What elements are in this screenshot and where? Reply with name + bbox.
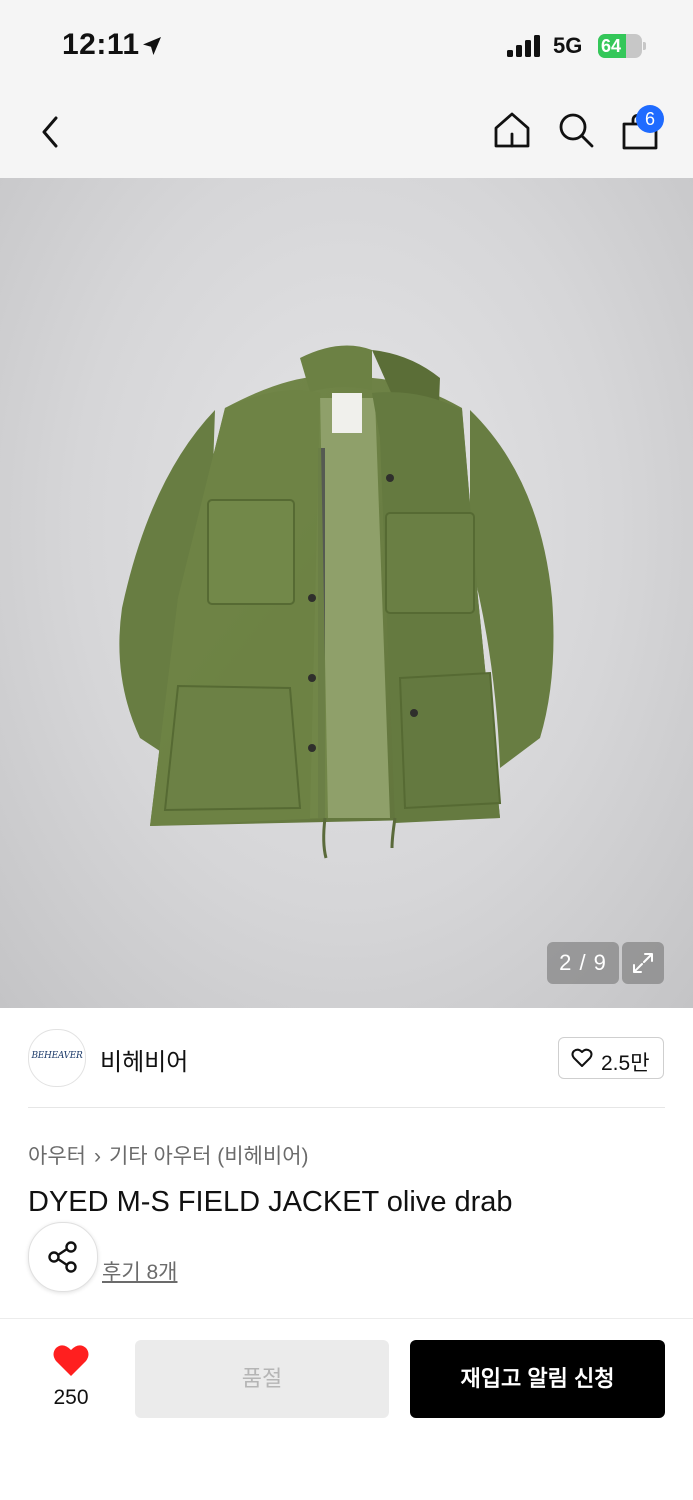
review-link[interactable]: 후기 8개 [102, 1256, 177, 1286]
share-button[interactable] [28, 1222, 98, 1292]
status-time: 12:11 [62, 28, 140, 61]
jacket-photo [119, 345, 554, 859]
image-counter: 2 / 9 [547, 942, 619, 984]
breadcrumb-item-outer[interactable]: 아우터 [28, 1145, 86, 1168]
network-type: 5G [553, 33, 583, 58]
breadcrumb-item-other-outer[interactable]: 기타 아우터 (비헤비어) [109, 1145, 309, 1168]
chevron-left-icon[interactable] [34, 112, 66, 152]
heart-outline-icon [571, 1048, 593, 1067]
product-title: DYED M-S FIELD JACKET olive drab [28, 1186, 513, 1218]
share-icon [48, 1241, 77, 1273]
search-icon[interactable] [556, 110, 596, 150]
battery-icon: 64 [598, 34, 646, 58]
location-arrow-icon [143, 37, 161, 55]
battery-level: 64 [601, 36, 622, 56]
brand-like-count: 2.5만 [601, 1052, 650, 1075]
status-bar: 12:11 5G 64 [0, 0, 693, 90]
top-nav-bar [0, 90, 693, 178]
brand-name[interactable]: 비헤비어 [100, 1042, 188, 1077]
brand-like-button[interactable]: 2.5만 [558, 1037, 664, 1079]
signal-bars-icon [507, 35, 540, 57]
bottom-bar-divider [0, 1318, 693, 1319]
brand-logo[interactable]: BEHEAVER [28, 1029, 86, 1087]
breadcrumb: 아우터 › 기타 아우터 (비헤비어) [28, 1140, 309, 1170]
expand-image-button[interactable] [622, 942, 664, 984]
restock-alert-button[interactable]: 재입고 알림 신청 [410, 1340, 665, 1418]
product-image[interactable] [0, 178, 693, 1008]
wish-count: 250 [53, 1386, 89, 1409]
brand-logo-text: BEHEAVER [31, 1051, 83, 1061]
home-icon[interactable] [492, 110, 532, 150]
section-divider [28, 1107, 665, 1108]
heart-filled-icon[interactable] [52, 1344, 90, 1378]
soldout-button: 품절 [135, 1340, 389, 1418]
expand-icon [633, 953, 653, 973]
cart-count-badge[interactable]: 6 [636, 105, 664, 133]
chevron-right-icon: › [93, 1145, 101, 1168]
